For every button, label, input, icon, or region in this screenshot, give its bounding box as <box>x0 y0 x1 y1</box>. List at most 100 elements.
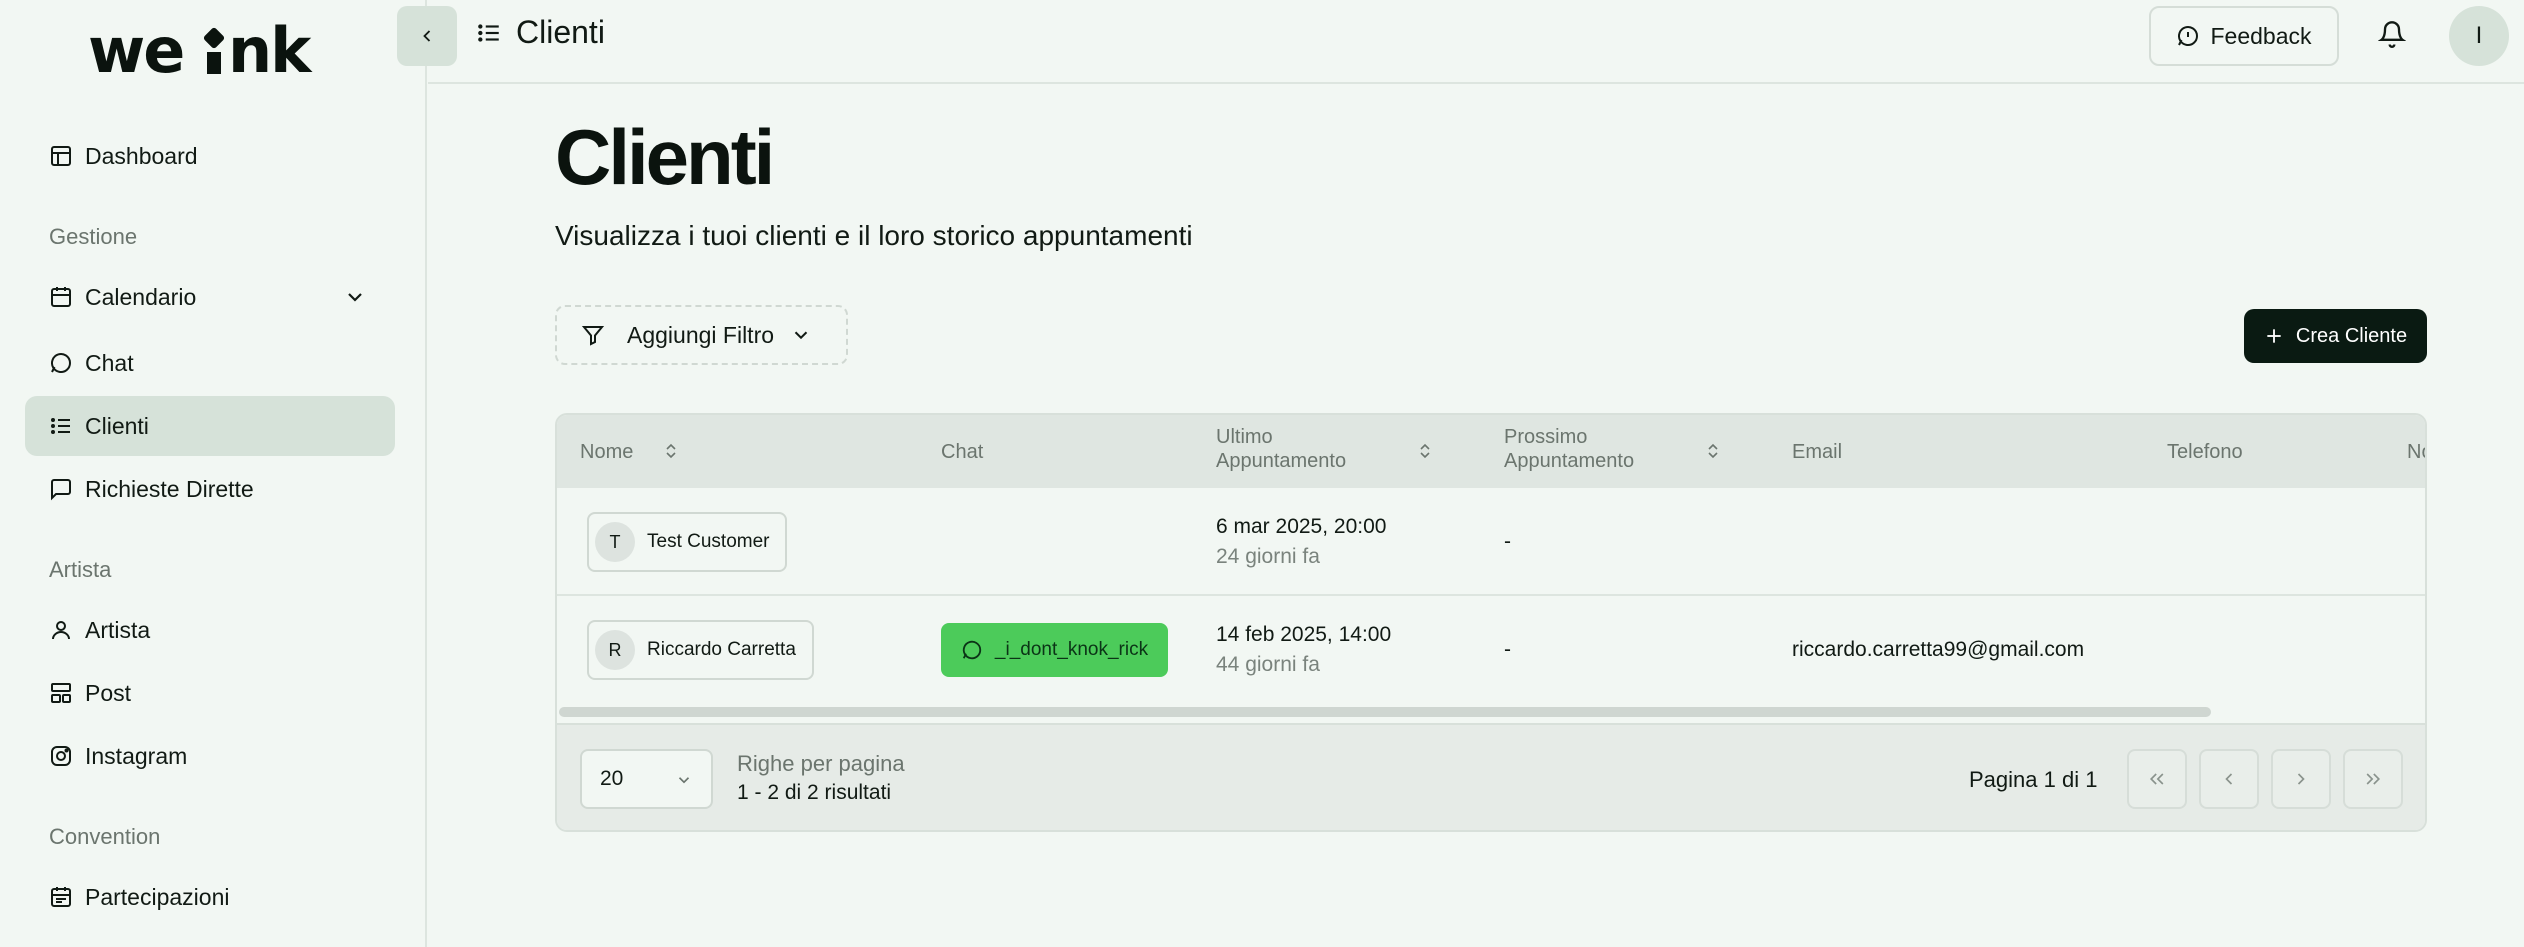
next-page-button[interactable] <box>2271 749 2331 809</box>
section-label-artista: Artista <box>49 557 112 582</box>
sidebar-item-dashboard[interactable]: Dashboard <box>25 126 395 186</box>
client-avatar: R <box>595 630 635 670</box>
rows-per-page-select[interactable]: 20 <box>580 749 713 809</box>
layout-icon <box>49 144 73 168</box>
feedback-button[interactable]: Feedback <box>2149 6 2339 66</box>
last-appointment-relative: 24 giorni fa <box>1216 545 1320 568</box>
table-footer: 20 Righe per pagina 1 - 2 di 2 risultati… <box>557 723 2425 830</box>
layout-grid-icon <box>49 681 73 705</box>
column-header-truncated: No <box>2407 441 2425 463</box>
rows-per-page-value: 20 <box>600 767 624 790</box>
sidebar-item-label: Dashboard <box>85 142 198 169</box>
create-client-button[interactable]: Crea Cliente <box>2244 309 2427 363</box>
sidebar-item-partecipazioni[interactable]: Partecipazioni <box>25 867 395 927</box>
section-label-gestione: Gestione <box>49 224 138 249</box>
sidebar-item-chat[interactable]: Chat <box>25 333 395 393</box>
clients-table: Nome Chat Ultimo Appuntamento Prossimo A… <box>555 413 2427 832</box>
client-avatar: T <box>595 522 635 562</box>
page-info: Pagina 1 di 1 <box>1969 767 2098 792</box>
chevron-down-icon <box>678 777 690 784</box>
last-appointment-relative: 44 giorni fa <box>1216 653 1320 676</box>
client-name-chip[interactable]: T Test Customer <box>587 512 788 572</box>
column-header-prossimo-appuntamento[interactable]: Prossimo Appuntamento <box>1504 425 1674 473</box>
column-header-telefono: Telefono <box>2167 441 2243 463</box>
chat-handle: _i_dont_knok_rick <box>994 639 1149 660</box>
sidebar-item-clienti[interactable]: Clienti <box>25 396 395 456</box>
column-header-ultimo-appuntamento[interactable]: Ultimo Appuntamento <box>1216 425 1386 473</box>
calendar-check-icon <box>49 885 73 909</box>
user-icon <box>49 618 73 642</box>
table-header: Nome Chat Ultimo Appuntamento Prossimo A… <box>557 415 2425 488</box>
logo-wordmark: we nk <box>88 14 315 87</box>
feedback-label: Feedback <box>2210 22 2312 49</box>
last-appointment-date: 6 mar 2025, 20:00 <box>1216 515 1387 538</box>
sort-icon[interactable] <box>1705 443 1721 459</box>
client-name-chip[interactable]: R Riccardo Carretta <box>587 620 814 680</box>
list-icon <box>49 414 73 438</box>
table-row[interactable]: T Test Customer 6 mar 2025, 20:00 24 gio… <box>557 488 2425 596</box>
user-avatar[interactable]: I <box>2449 6 2509 66</box>
client-name: Riccardo Carretta <box>647 639 796 660</box>
last-page-button[interactable] <box>2343 749 2403 809</box>
rows-per-page-label: Righe per pagina <box>737 751 905 776</box>
first-page-button[interactable] <box>2127 749 2187 809</box>
chat-handle-button[interactable]: _i_dont_knok_rick <box>941 623 1168 677</box>
add-filter-button[interactable]: Aggiungi Filtro <box>555 305 848 365</box>
client-name: Test Customer <box>647 531 770 552</box>
svg-text:nk: nk <box>228 22 313 82</box>
chevron-down-icon[interactable] <box>343 285 367 309</box>
sidebar: we nk Dashboard Gestione Calendario Chat… <box>0 0 427 947</box>
bell-icon[interactable] <box>2378 20 2406 48</box>
add-filter-label: Aggiungi Filtro <box>627 321 775 348</box>
message-square-icon <box>49 477 73 501</box>
horizontal-scrollbar[interactable] <box>559 707 2211 717</box>
message-circle-icon <box>962 640 982 660</box>
chevron-right-icon <box>2297 773 2305 785</box>
column-header-chat: Chat <box>941 441 984 463</box>
sidebar-item-label: Instagram <box>85 742 188 769</box>
column-header-nome[interactable]: Nome <box>580 440 633 464</box>
chevrons-right-icon <box>2366 773 2381 785</box>
list-icon <box>478 23 499 42</box>
collapse-sidebar-button[interactable] <box>397 6 457 66</box>
sidebar-item-richieste-dirette[interactable]: Richieste Dirette <box>25 459 395 519</box>
sidebar-item-label: Post <box>85 679 132 706</box>
message-circle-icon <box>49 351 73 375</box>
section-label-convention: Convention <box>49 824 161 849</box>
next-appointment: - <box>1504 530 1511 553</box>
sidebar-item-post[interactable]: Post <box>25 663 395 723</box>
client-email: riccardo.carretta99@gmail.com <box>1792 638 2085 661</box>
chevron-left-icon <box>2225 773 2233 785</box>
sidebar-item-instagram[interactable]: Instagram <box>25 726 395 786</box>
chevron-down-icon <box>794 331 808 340</box>
sidebar-item-label: Richieste Dirette <box>85 475 254 502</box>
chevron-left-icon <box>423 30 431 42</box>
sidebar-item-calendario[interactable]: Calendario <box>25 267 395 327</box>
sidebar-item-label: Chat <box>85 349 134 376</box>
sidebar-item-label: Artista <box>85 616 151 643</box>
last-appointment-date: 14 feb 2025, 14:00 <box>1216 623 1392 646</box>
instagram-icon <box>49 744 73 768</box>
table-row[interactable]: R Riccardo Carretta _i_dont_knok_rick 14… <box>557 598 2425 706</box>
plus-icon <box>2267 329 2281 343</box>
next-appointment: - <box>1504 638 1511 661</box>
sidebar-item-label: Clienti <box>85 412 149 439</box>
results-count: 1 - 2 di 2 risultati <box>737 781 892 804</box>
calendar-icon <box>49 285 73 309</box>
sort-icon[interactable] <box>663 443 679 459</box>
page-subtitle: Visualizza i tuoi clienti e il loro stor… <box>555 220 1193 251</box>
filter-icon <box>581 326 605 346</box>
previous-page-button[interactable] <box>2199 749 2259 809</box>
page-title: Clienti <box>555 113 775 201</box>
top-bar-title-text: Clienti <box>516 14 605 50</box>
sidebar-item-label: Calendario <box>85 283 197 310</box>
weink-logo[interactable]: we nk <box>88 14 332 87</box>
create-client-label: Crea Cliente <box>2295 324 2408 347</box>
sidebar-item-label: Partecipazioni <box>85 883 230 910</box>
message-circle-icon <box>2178 26 2199 46</box>
column-header-email: Email <box>1792 441 1843 463</box>
chevrons-left-icon <box>2149 773 2164 785</box>
sidebar-item-artista[interactable]: Artista <box>25 600 395 660</box>
svg-text:we: we <box>88 22 183 82</box>
sort-icon[interactable] <box>1417 443 1433 459</box>
